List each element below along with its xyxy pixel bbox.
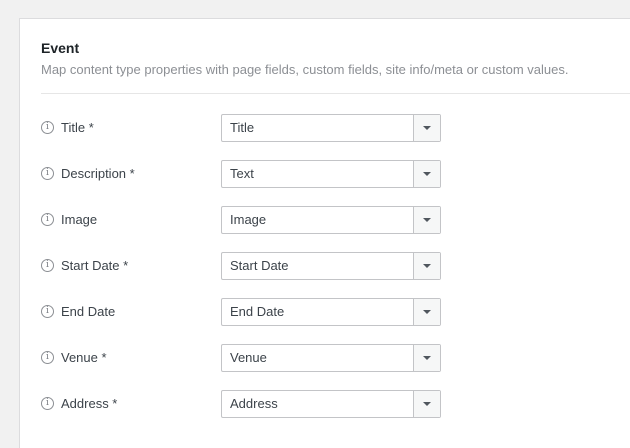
field-label-image: Image (61, 212, 98, 227)
select-value: Image (230, 212, 267, 227)
field-label-venue: Venue * (61, 350, 107, 365)
description-select[interactable]: Text (221, 160, 441, 188)
info-icon[interactable]: i (41, 121, 54, 134)
end-date-select[interactable]: End Date (221, 298, 441, 326)
section-description: Map content type properties with page fi… (41, 62, 569, 77)
info-icon[interactable]: i (41, 305, 54, 318)
field-label-description: Description * (61, 166, 135, 181)
field-label-title: Title * (61, 120, 94, 135)
select-value: Start Date (230, 258, 289, 273)
field-row-description: i Description * Text (41, 160, 630, 188)
info-icon[interactable]: i (41, 259, 54, 272)
field-row-image: i Image Image (41, 206, 630, 234)
dropdown-arrow-icon[interactable] (413, 253, 440, 279)
title-select[interactable]: Title (221, 114, 441, 142)
field-row-end-date: i End Date End Date (41, 298, 630, 326)
section-title: Event (41, 40, 80, 56)
field-label-start-date: Start Date * (61, 258, 129, 273)
select-value: Title (230, 120, 255, 135)
field-label-end-date: End Date (61, 304, 116, 319)
info-icon[interactable]: i (41, 167, 54, 180)
dropdown-arrow-icon[interactable] (413, 345, 440, 371)
start-date-select[interactable]: Start Date (221, 252, 441, 280)
image-select[interactable]: Image (221, 206, 441, 234)
field-label-address: Address * (61, 396, 118, 411)
info-icon[interactable]: i (41, 213, 54, 226)
dropdown-arrow-icon[interactable] (413, 299, 440, 325)
field-row-address: i Address * Address (41, 390, 630, 418)
info-icon[interactable]: i (41, 397, 54, 410)
field-row-title: i Title * Title (41, 114, 630, 142)
select-value: Text (230, 166, 254, 181)
select-value: End Date (230, 304, 285, 319)
info-icon[interactable]: i (41, 351, 54, 364)
address-select[interactable]: Address (221, 390, 441, 418)
select-value: Venue (230, 350, 267, 365)
event-mapping-panel: Event Map content type properties with p… (19, 18, 630, 448)
field-row-venue: i Venue * Venue (41, 344, 630, 372)
venue-select[interactable]: Venue (221, 344, 441, 372)
dropdown-arrow-icon[interactable] (413, 391, 440, 417)
field-row-start-date: i Start Date * Start Date (41, 252, 630, 280)
section-divider (41, 93, 630, 94)
dropdown-arrow-icon[interactable] (413, 161, 440, 187)
select-value: Address (230, 396, 278, 411)
dropdown-arrow-icon[interactable] (413, 207, 440, 233)
dropdown-arrow-icon[interactable] (413, 115, 440, 141)
